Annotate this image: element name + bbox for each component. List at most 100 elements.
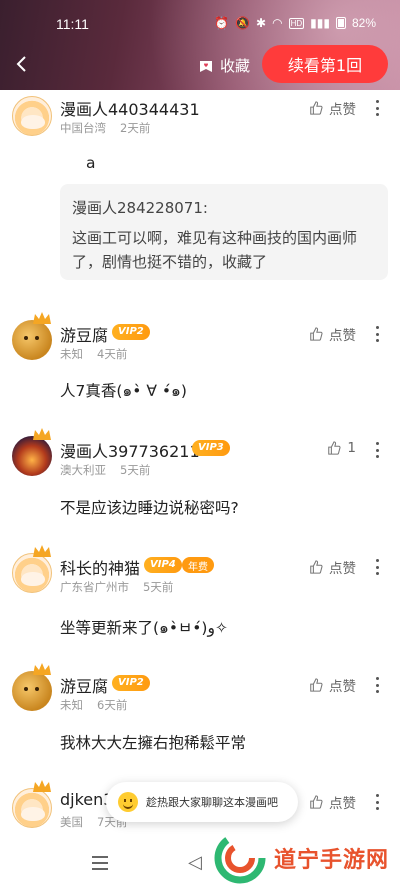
comment-meta: 广东省广州市 5天前 [60, 579, 173, 595]
comment-meta: 澳大利亚 5天前 [60, 462, 150, 478]
thumbs-up-icon [310, 678, 323, 692]
menu-icon[interactable] [92, 856, 108, 870]
continue-reading-button[interactable]: 续看第1回 [262, 45, 388, 83]
like-count: 1 [347, 440, 356, 456]
comment-text: a [86, 154, 96, 172]
user-location: 美国 [60, 815, 83, 829]
user-location: 未知 [60, 698, 83, 712]
crown-icon [32, 543, 52, 559]
hd-icon: HD [288, 17, 305, 29]
thumbs-up-icon [310, 560, 323, 574]
vip-badge: VIP2 [112, 324, 150, 340]
crown-icon [32, 310, 52, 326]
like-label: 点赞 [329, 796, 356, 812]
nav-back-icon[interactable]: ◁ [188, 852, 202, 873]
like-button[interactable]: 1 [327, 440, 356, 456]
more-options-button[interactable] [374, 326, 380, 342]
vip-badge: VIP3 [192, 440, 230, 456]
back-button[interactable] [8, 50, 36, 78]
thumbs-up-icon [310, 327, 323, 341]
user-name[interactable]: 漫画人397736211 [60, 438, 200, 462]
dot-icon [375, 332, 379, 336]
comment-text: 不是应该边睡边说秘密吗? [60, 499, 239, 517]
comment-time: 2天前 [120, 121, 151, 135]
like-button[interactable]: 点赞 [309, 98, 356, 118]
dot-icon [375, 683, 379, 687]
comment-time: 6天前 [97, 698, 128, 712]
quote-author: 漫画人284228071: [72, 199, 208, 217]
user-location: 中国台湾 [60, 121, 106, 135]
like-label: 点赞 [329, 679, 356, 695]
vip-badge: VIP2 [112, 675, 150, 691]
like-label: 点赞 [329, 328, 356, 344]
like-label: 点赞 [329, 561, 356, 577]
like-button[interactable]: 点赞 [309, 792, 356, 812]
bookmark-heart-icon [200, 60, 212, 72]
chevron-left-icon [16, 56, 26, 72]
dot-icon [375, 326, 379, 329]
user-name[interactable]: 科长的神猫 [60, 555, 140, 579]
user-location: 澳大利亚 [60, 463, 106, 477]
dot-icon [375, 572, 379, 575]
quote-text-line: 这画工可以啊，难见有这种画技的国内画师 [72, 229, 358, 247]
dot-icon [375, 442, 379, 445]
chat-prompt-toast[interactable]: 趁热跟大家聊聊这本漫画吧 [106, 782, 298, 822]
smile-emoji-icon [118, 792, 138, 812]
watermark-text: 道宁手游网 [274, 847, 390, 873]
dot-icon [375, 100, 379, 103]
status-bar: 11:11 ⏰ 🔕 ✱ ◠ HD ▮▮▮ 82% [0, 0, 400, 48]
signal-icon: ▮▮▮ [310, 16, 330, 30]
watermark: 道宁手游网 [212, 826, 400, 889]
quoted-reply[interactable]: 漫画人284228071: 这画工可以啊，难见有这种画技的国内画师 了，剧情也挺… [60, 184, 388, 280]
mute-icon: 🔕 [235, 16, 251, 30]
like-button[interactable]: 点赞 [309, 324, 356, 344]
favorite-label: 收藏 [220, 57, 251, 75]
user-name[interactable]: 游豆腐 [60, 673, 108, 697]
comment-item: 漫画人440344431 中国台湾 2天前 点赞 a 漫画人284228071:… [0, 90, 400, 300]
comment-item: 游豆腐 VIP2 未知 6天前 点赞 我林大大左擁右抱稀鬆平常 [0, 661, 400, 771]
dot-icon [375, 339, 379, 342]
comment-item: 漫画人397736211 VIP3 澳大利亚 5天前 1 不是应该边睡边说秘密吗… [0, 426, 400, 536]
comment-meta: 未知 6天前 [60, 697, 127, 713]
more-options-button[interactable] [374, 442, 380, 458]
annual-badge: 年费 [182, 557, 214, 573]
dot-icon [375, 794, 379, 797]
vip-badge: VIP4 [144, 557, 182, 573]
dot-icon [375, 559, 379, 562]
dot-icon [375, 677, 379, 680]
watermark-logo-icon [214, 832, 266, 883]
comment-item: 游豆腐 VIP2 未知 4天前 点赞 人7真香(๑•̀ ∀ •́๑) [0, 310, 400, 420]
user-name[interactable]: 漫画人440344431 [60, 96, 200, 120]
comment-text: 坐等更新来了(๑•̀ㅂ•́)و✧ [60, 619, 228, 637]
crown-icon [32, 778, 52, 794]
dot-icon [375, 565, 379, 569]
comment-item: 科长的神猫 VIP4 年费 广东省广州市 5天前 点赞 坐等更新来了(๑•̀ㅂ•… [0, 543, 400, 653]
battery-level: 82% [351, 16, 376, 30]
alarm-icon: ⏰ [214, 16, 230, 30]
more-options-button[interactable] [374, 794, 380, 810]
status-time: 11:11 [56, 16, 89, 32]
user-name[interactable]: 游豆腐 [60, 322, 108, 346]
comment-meta: 未知 4天前 [60, 346, 127, 362]
more-options-button[interactable] [374, 677, 380, 693]
like-button[interactable]: 点赞 [309, 557, 356, 577]
bluetooth-icon: ✱ [256, 16, 267, 30]
dot-icon [375, 690, 379, 693]
more-options-button[interactable] [374, 559, 380, 575]
user-location: 未知 [60, 347, 83, 361]
thumbs-up-icon [328, 441, 341, 455]
toast-text: 趁热跟大家聊聊这本漫画吧 [146, 796, 278, 809]
comment-text: 人7真香(๑•̀ ∀ •́๑) [60, 382, 187, 400]
quote-text-line: 了，剧情也挺不错的，收藏了 [72, 253, 268, 271]
wifi-icon: ◠ [272, 16, 283, 30]
favorite-button[interactable]: 收藏 [198, 55, 250, 76]
user-location: 广东省广州市 [60, 580, 129, 594]
battery-icon [335, 17, 346, 29]
comment-text: 我林大大左擁右抱稀鬆平常 [60, 734, 247, 752]
comment-time: 4天前 [97, 347, 128, 361]
crown-icon [32, 426, 52, 442]
thumbs-up-icon [310, 795, 323, 809]
more-options-button[interactable] [374, 100, 380, 116]
avatar[interactable] [12, 96, 52, 136]
like-button[interactable]: 点赞 [309, 675, 356, 695]
